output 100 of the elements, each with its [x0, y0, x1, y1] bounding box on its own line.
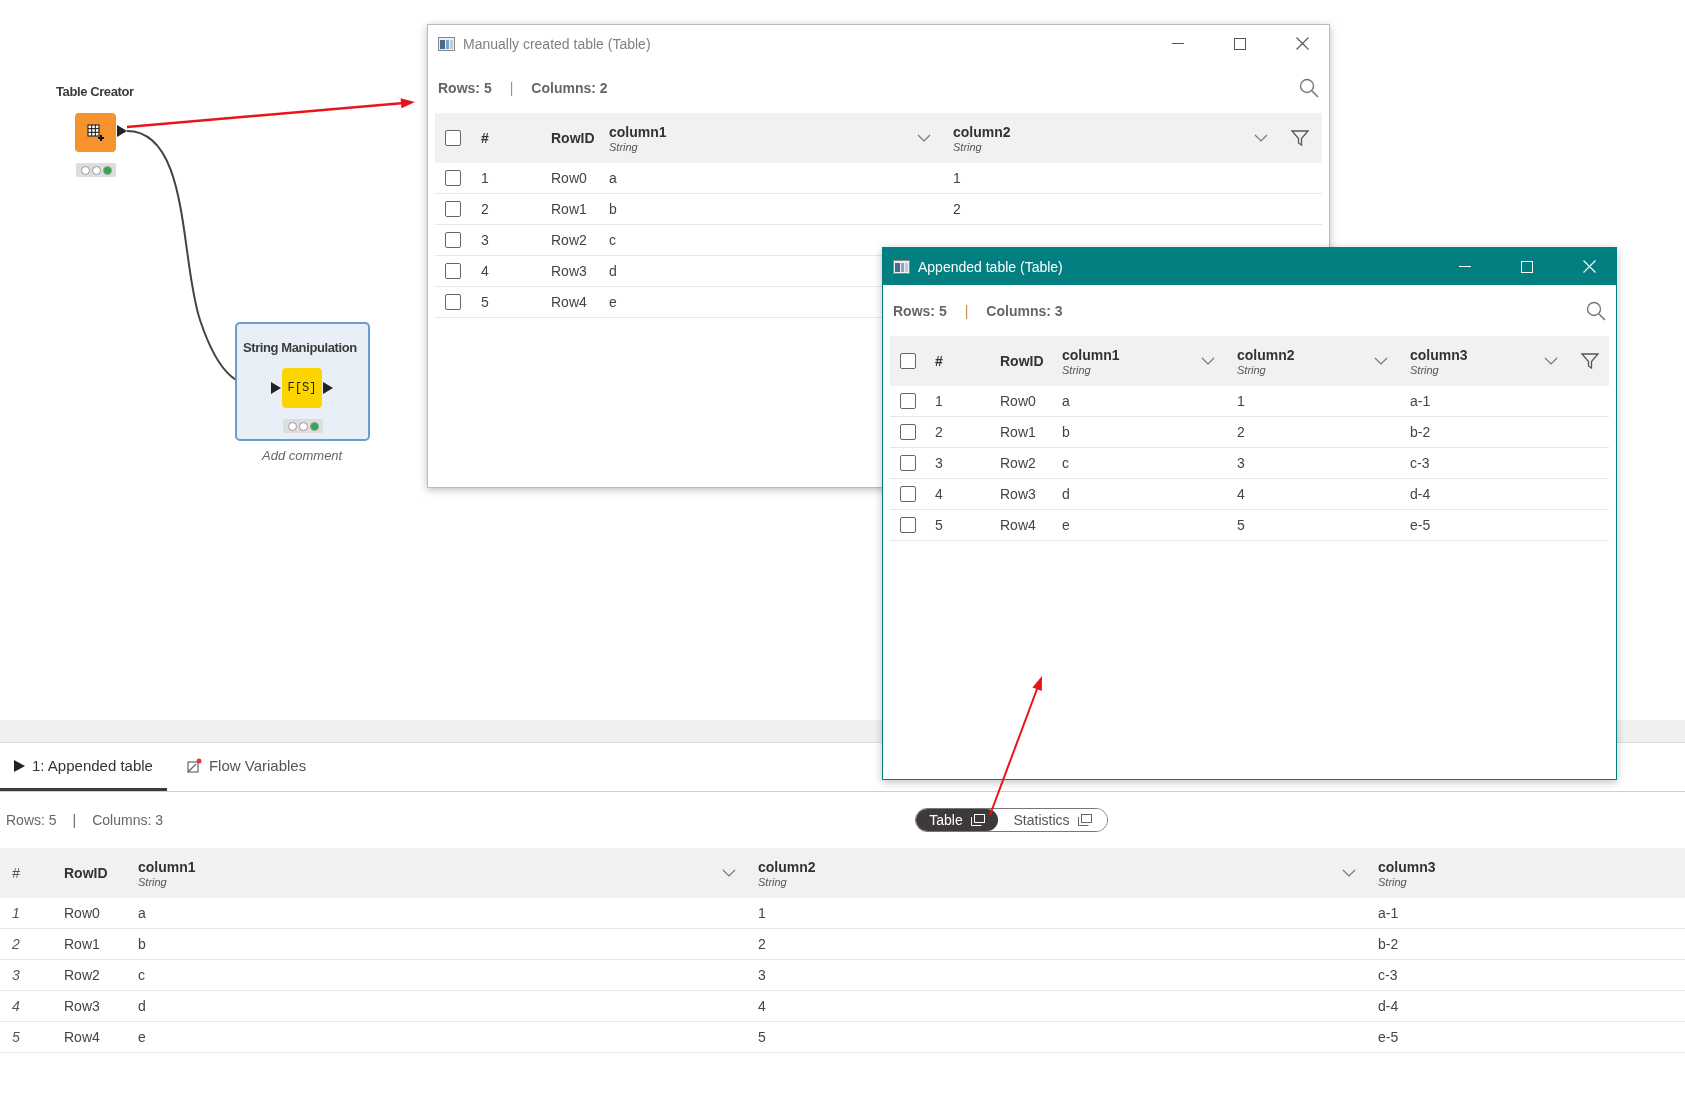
close-icon	[1295, 37, 1309, 50]
table-cell: 3	[12, 967, 20, 983]
column-header[interactable]: column1 String	[138, 858, 196, 888]
chevron-down-icon[interactable]	[1342, 869, 1356, 877]
table-cell: a-1	[1410, 393, 1431, 409]
node-comment[interactable]: Add comment	[262, 448, 343, 463]
triangle-icon	[14, 759, 25, 772]
panel-tab[interactable]: 1: Appended table	[0, 743, 167, 791]
table-cell: c	[1062, 455, 1069, 471]
table-cell: Row2	[1000, 455, 1036, 471]
node-label: String Manipulation	[243, 340, 357, 355]
row-count: Rows: 5	[6, 812, 57, 828]
column-header: RowID	[1000, 353, 1044, 369]
window-icon	[970, 814, 985, 826]
table-cell: 5	[481, 294, 489, 310]
column-header[interactable]: column3 String	[1378, 858, 1436, 888]
grid-plus-icon	[86, 123, 105, 142]
table-cell: 4	[758, 998, 766, 1014]
table-cell: a-1	[1378, 905, 1399, 921]
table-cell: d-4	[1378, 998, 1399, 1014]
table-cell: 4	[1237, 486, 1245, 502]
checkbox[interactable]	[900, 393, 916, 409]
table-cell: 4	[481, 263, 489, 279]
column-header: RowID	[551, 130, 595, 146]
table-cell: 2	[1237, 424, 1245, 440]
column-header[interactable]: column2 String	[1237, 346, 1295, 376]
table-cell: Row2	[64, 967, 100, 983]
window-title: Appended table (Table)	[918, 258, 1064, 275]
table-cell: e	[1062, 517, 1070, 533]
search-icon[interactable]	[1586, 300, 1606, 321]
table-cell: Row2	[551, 232, 587, 248]
column-header: #	[935, 353, 943, 369]
table-cell: c	[138, 967, 145, 983]
column-header[interactable]: column1 String	[1062, 346, 1120, 376]
checkbox[interactable]	[900, 455, 916, 471]
table-cell: d-4	[1410, 486, 1431, 502]
chevron-down-icon[interactable]	[1544, 357, 1558, 365]
flow-variable-icon	[186, 758, 202, 773]
table-cell: e	[138, 1029, 146, 1045]
table-cell: a	[1062, 393, 1070, 409]
table-cell: Row4	[1000, 517, 1036, 533]
filter-icon[interactable]	[1580, 351, 1600, 371]
panel-tab[interactable]: Flow Variables	[172, 743, 321, 791]
minimize-icon	[1172, 42, 1184, 45]
table-cell: Row4	[551, 294, 587, 310]
table-cell: 4	[935, 486, 943, 502]
table-cell: d	[1062, 486, 1070, 502]
row-count: Rows: 5	[438, 79, 492, 96]
table-cell: b	[609, 201, 617, 217]
table-cell: c-3	[1378, 967, 1398, 983]
table-cell: d	[609, 263, 617, 279]
checkbox[interactable]	[900, 353, 916, 369]
column-count: Columns: 2	[531, 79, 608, 96]
node-label: Table Creator	[56, 84, 134, 99]
table-cell: Row3	[64, 998, 100, 1014]
table-cell: 2	[935, 424, 943, 440]
window-title: Manually created table (Table)	[463, 35, 652, 52]
table-cell: 1	[1237, 393, 1245, 409]
table-window-icon	[438, 36, 455, 51]
table-cell: Row3	[1000, 486, 1036, 502]
table-cell: 1	[481, 170, 489, 186]
table-cell: a	[609, 170, 617, 186]
table-cell: 4	[12, 998, 20, 1014]
table-cell: Row0	[1000, 393, 1036, 409]
chevron-down-icon[interactable]	[1201, 357, 1215, 365]
window-icon	[1077, 814, 1092, 826]
row-count: Rows: 5	[893, 302, 947, 319]
table-cell: 2	[953, 201, 961, 217]
table-cell: b	[1062, 424, 1070, 440]
checkbox[interactable]	[900, 424, 916, 440]
chevron-down-icon[interactable]	[1374, 357, 1388, 365]
table-cell: 3	[758, 967, 766, 983]
table-cell: Row4	[64, 1029, 100, 1045]
column-header[interactable]: column2 String	[758, 858, 816, 888]
table-cell: b-2	[1410, 424, 1431, 440]
table-cell: 2	[758, 936, 766, 952]
table-cell: a	[138, 905, 146, 921]
column-header[interactable]: column3 String	[1410, 346, 1468, 376]
table-cell: 3	[935, 455, 943, 471]
maximize-icon	[1521, 260, 1533, 273]
minimize-icon	[1459, 265, 1471, 268]
table-cell: e	[609, 294, 617, 310]
column-header: RowID	[64, 865, 109, 881]
table-cell: 1	[758, 905, 766, 921]
table-cell: c-3	[1410, 455, 1430, 471]
table-creator-node[interactable]	[75, 113, 116, 152]
table-cell: 1	[953, 170, 961, 186]
table-cell: e-5	[1410, 517, 1431, 533]
table-cell: 2	[481, 201, 489, 217]
table-cell: Row0	[64, 905, 100, 921]
table-cell: 3	[1237, 455, 1245, 471]
table-cell: e-5	[1378, 1029, 1399, 1045]
checkbox[interactable]	[900, 486, 916, 502]
column-count: Columns: 3	[986, 302, 1063, 319]
table-cell: b-2	[1378, 936, 1399, 952]
view-toggle[interactable]: Table	[916, 809, 998, 831]
string-manipulation-node[interactable]: F[S]	[282, 368, 322, 408]
checkbox[interactable]	[900, 517, 916, 533]
chevron-down-icon[interactable]	[722, 869, 736, 877]
table-cell: 5	[758, 1029, 766, 1045]
